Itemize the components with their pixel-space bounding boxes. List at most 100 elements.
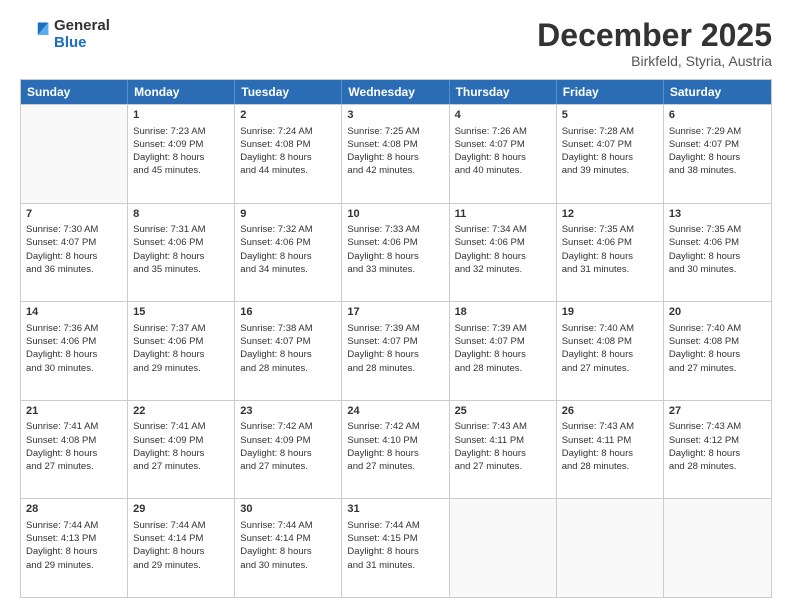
cell-line: Sunset: 4:07 PM (562, 138, 658, 151)
cell-line: Sunrise: 7:24 AM (240, 125, 336, 138)
cell-line: Daylight: 8 hours (133, 151, 229, 164)
cell-line: Daylight: 8 hours (240, 348, 336, 361)
calendar-cell: 31Sunrise: 7:44 AMSunset: 4:15 PMDayligh… (342, 499, 449, 597)
cell-line: Sunset: 4:14 PM (240, 532, 336, 545)
cell-line: and 29 minutes. (133, 362, 229, 375)
cell-line: Daylight: 8 hours (347, 250, 443, 263)
cell-line: Sunset: 4:06 PM (26, 335, 122, 348)
cell-line: Daylight: 8 hours (240, 250, 336, 263)
cell-line: Sunset: 4:14 PM (133, 532, 229, 545)
cell-line: Daylight: 8 hours (455, 250, 551, 263)
cell-line: Sunset: 4:08 PM (240, 138, 336, 151)
calendar-cell: 9Sunrise: 7:32 AMSunset: 4:06 PMDaylight… (235, 204, 342, 302)
day-number: 12 (562, 207, 658, 222)
cell-line: Sunset: 4:09 PM (133, 138, 229, 151)
cell-line: Daylight: 8 hours (669, 250, 766, 263)
calendar-cell: 24Sunrise: 7:42 AMSunset: 4:10 PMDayligh… (342, 401, 449, 499)
day-number: 10 (347, 207, 443, 222)
cell-line: Daylight: 8 hours (240, 151, 336, 164)
calendar-cell: 10Sunrise: 7:33 AMSunset: 4:06 PMDayligh… (342, 204, 449, 302)
cell-line: Sunrise: 7:39 AM (455, 322, 551, 335)
cell-line: Sunset: 4:06 PM (562, 236, 658, 249)
calendar-cell (557, 499, 664, 597)
cell-line: and 31 minutes. (347, 559, 443, 572)
cell-line: and 30 minutes. (669, 263, 766, 276)
cell-line: Sunrise: 7:26 AM (455, 125, 551, 138)
calendar-cell: 5Sunrise: 7:28 AMSunset: 4:07 PMDaylight… (557, 105, 664, 203)
cell-line: Sunrise: 7:25 AM (347, 125, 443, 138)
calendar-cell: 26Sunrise: 7:43 AMSunset: 4:11 PMDayligh… (557, 401, 664, 499)
cell-line: Sunrise: 7:28 AM (562, 125, 658, 138)
day-number: 1 (133, 108, 229, 123)
header-day-tuesday: Tuesday (235, 80, 342, 104)
cell-line: Sunset: 4:06 PM (133, 335, 229, 348)
calendar-cell: 6Sunrise: 7:29 AMSunset: 4:07 PMDaylight… (664, 105, 771, 203)
cell-line: Daylight: 8 hours (562, 447, 658, 460)
cell-line: Sunset: 4:07 PM (669, 138, 766, 151)
calendar-cell: 25Sunrise: 7:43 AMSunset: 4:11 PMDayligh… (450, 401, 557, 499)
cell-line: Daylight: 8 hours (240, 447, 336, 460)
calendar-row-4: 21Sunrise: 7:41 AMSunset: 4:08 PMDayligh… (21, 400, 771, 499)
cell-line: Sunset: 4:08 PM (26, 434, 122, 447)
cell-line: Sunset: 4:06 PM (347, 236, 443, 249)
cell-line: Sunset: 4:07 PM (347, 335, 443, 348)
cell-line: Daylight: 8 hours (133, 447, 229, 460)
cell-line: Sunset: 4:08 PM (669, 335, 766, 348)
day-number: 16 (240, 305, 336, 320)
day-number: 15 (133, 305, 229, 320)
logo: General Blue (20, 18, 110, 51)
cell-line: Daylight: 8 hours (133, 545, 229, 558)
calendar-cell: 28Sunrise: 7:44 AMSunset: 4:13 PMDayligh… (21, 499, 128, 597)
cell-line: and 28 minutes. (240, 362, 336, 375)
cell-line: Sunrise: 7:42 AM (347, 420, 443, 433)
cell-line: Sunrise: 7:31 AM (133, 223, 229, 236)
cell-line: Sunrise: 7:40 AM (562, 322, 658, 335)
calendar-body: 1Sunrise: 7:23 AMSunset: 4:09 PMDaylight… (21, 104, 771, 597)
cell-line: Sunset: 4:06 PM (133, 236, 229, 249)
cell-line: and 39 minutes. (562, 164, 658, 177)
cell-line: Sunrise: 7:39 AM (347, 322, 443, 335)
cell-line: Sunset: 4:10 PM (347, 434, 443, 447)
day-number: 29 (133, 502, 229, 517)
cell-line: Daylight: 8 hours (455, 447, 551, 460)
calendar-cell: 19Sunrise: 7:40 AMSunset: 4:08 PMDayligh… (557, 302, 664, 400)
cell-line: Daylight: 8 hours (347, 151, 443, 164)
header: General Blue December 2025 Birkfeld, Sty… (20, 18, 772, 69)
day-number: 19 (562, 305, 658, 320)
day-number: 3 (347, 108, 443, 123)
cell-line: and 38 minutes. (669, 164, 766, 177)
day-number: 17 (347, 305, 443, 320)
calendar-cell: 4Sunrise: 7:26 AMSunset: 4:07 PMDaylight… (450, 105, 557, 203)
calendar-cell: 1Sunrise: 7:23 AMSunset: 4:09 PMDaylight… (128, 105, 235, 203)
cell-line: and 44 minutes. (240, 164, 336, 177)
day-number: 21 (26, 404, 122, 419)
cell-line: and 29 minutes. (133, 559, 229, 572)
calendar-cell: 7Sunrise: 7:30 AMSunset: 4:07 PMDaylight… (21, 204, 128, 302)
day-number: 6 (669, 108, 766, 123)
cell-line: Sunrise: 7:43 AM (455, 420, 551, 433)
cell-line: Sunrise: 7:43 AM (562, 420, 658, 433)
day-number: 28 (26, 502, 122, 517)
calendar-cell: 12Sunrise: 7:35 AMSunset: 4:06 PMDayligh… (557, 204, 664, 302)
cell-line: and 27 minutes. (455, 460, 551, 473)
cell-line: Sunrise: 7:37 AM (133, 322, 229, 335)
day-number: 13 (669, 207, 766, 222)
header-day-sunday: Sunday (21, 80, 128, 104)
calendar-row-1: 1Sunrise: 7:23 AMSunset: 4:09 PMDaylight… (21, 104, 771, 203)
cell-line: Daylight: 8 hours (347, 545, 443, 558)
cell-line: Sunset: 4:06 PM (455, 236, 551, 249)
cell-line: and 35 minutes. (133, 263, 229, 276)
day-number: 25 (455, 404, 551, 419)
cell-line: and 27 minutes. (26, 460, 122, 473)
calendar-cell: 27Sunrise: 7:43 AMSunset: 4:12 PMDayligh… (664, 401, 771, 499)
cell-line: Sunset: 4:09 PM (240, 434, 336, 447)
cell-line: Sunset: 4:12 PM (669, 434, 766, 447)
calendar-cell: 16Sunrise: 7:38 AMSunset: 4:07 PMDayligh… (235, 302, 342, 400)
cell-line: Sunrise: 7:32 AM (240, 223, 336, 236)
logo-general: General (54, 18, 110, 35)
day-number: 31 (347, 502, 443, 517)
day-number: 11 (455, 207, 551, 222)
cell-line: and 36 minutes. (26, 263, 122, 276)
calendar-cell: 22Sunrise: 7:41 AMSunset: 4:09 PMDayligh… (128, 401, 235, 499)
calendar-cell: 21Sunrise: 7:41 AMSunset: 4:08 PMDayligh… (21, 401, 128, 499)
